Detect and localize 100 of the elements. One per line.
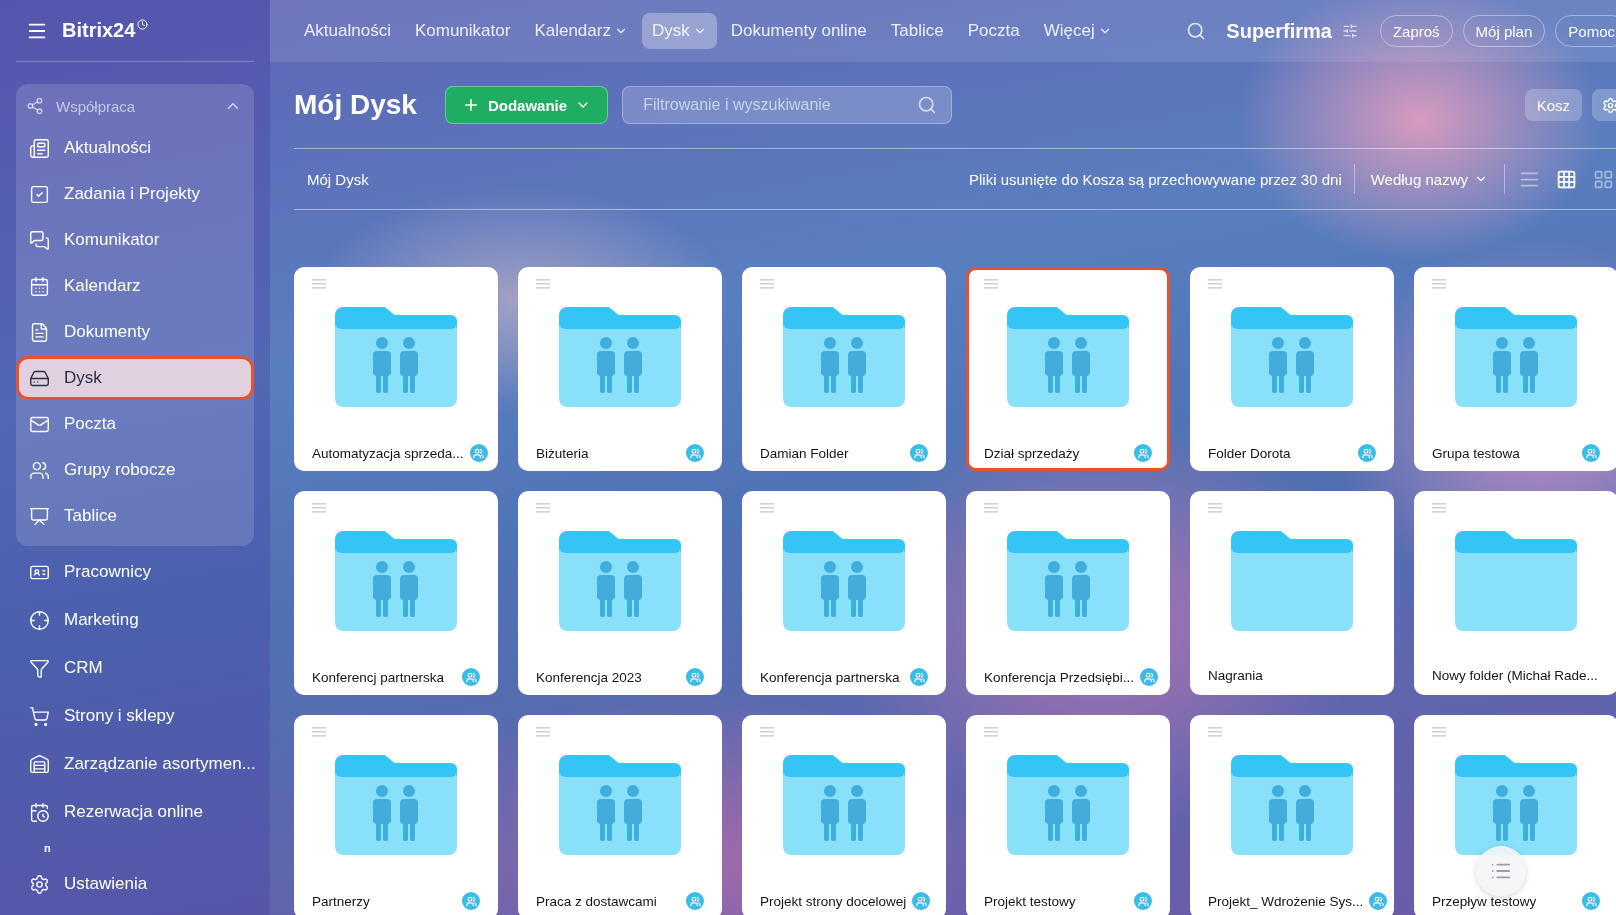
- chat-bubbles-icon: [29, 229, 50, 251]
- target-icon: [29, 609, 50, 631]
- drag-handle-icon[interactable]: [312, 279, 326, 289]
- search-icon[interactable]: [1186, 21, 1207, 41]
- sidebar-item[interactable]: Dokumenty: [16, 310, 254, 354]
- folder-name: Praca z dostawcami: [536, 893, 658, 909]
- folder-card[interactable]: Konferencja partnerska: [742, 491, 946, 695]
- folder-name: Nagrania: [1208, 668, 1264, 683]
- sidebar-item[interactable]: CRM: [16, 646, 254, 690]
- search-icon[interactable]: [917, 95, 938, 115]
- cart-icon: [29, 705, 50, 727]
- folder-card[interactable]: Projekt_ Wdrożenie Sys...: [1190, 715, 1394, 915]
- folder-name: Automatyzacja sprzeda...: [312, 445, 464, 461]
- drag-handle-icon[interactable]: [1208, 279, 1222, 289]
- folder-card[interactable]: Partnerzy: [294, 715, 498, 915]
- drag-handle-icon[interactable]: [760, 727, 774, 737]
- sidebar-item[interactable]: Kalendarz: [16, 264, 254, 308]
- drag-handle-icon[interactable]: [1208, 727, 1222, 737]
- drag-handle-icon[interactable]: [1432, 503, 1446, 513]
- shared-folder-icon: [1455, 755, 1577, 855]
- settings-icon: [29, 873, 50, 895]
- shared-folder-icon: [1231, 755, 1353, 855]
- funnel-icon: [29, 657, 50, 679]
- sort-dropdown[interactable]: Według nazwy: [1366, 170, 1492, 188]
- nav-tab[interactable]: Więcej: [1033, 13, 1122, 49]
- folder-name: Projekt strony docelowej: [760, 893, 907, 909]
- folder-card[interactable]: Automatyzacja sprzeda...: [294, 267, 498, 471]
- nav-tab[interactable]: Dokumenty online: [720, 13, 877, 49]
- document-icon: [29, 321, 50, 343]
- sidebar-item[interactable]: Tablice: [16, 494, 254, 538]
- folder-name: Projekt_ Wdrożenie Sys...: [1208, 893, 1364, 909]
- folder-card[interactable]: Konferencja 2023: [518, 491, 722, 695]
- shared-folder-icon: [1455, 307, 1577, 407]
- folder-card[interactable]: Dział sprzedaży: [966, 267, 1170, 471]
- drag-handle-icon[interactable]: [536, 727, 550, 737]
- logo[interactable]: Bitrix24: [62, 19, 136, 42]
- drag-handle-icon[interactable]: [760, 279, 774, 289]
- drag-handle-icon[interactable]: [760, 503, 774, 513]
- sliders-icon[interactable]: [1341, 23, 1358, 39]
- search-input[interactable]: Filtrowanie i wyszukiwanie: [641, 95, 918, 115]
- checkbox-icon: [29, 183, 50, 205]
- folder-card[interactable]: Praca z dostawcami: [518, 715, 722, 915]
- folder-card[interactable]: Grupa testowa: [1414, 267, 1616, 471]
- sidebar-item[interactable]: Zadania i Projekty: [16, 172, 254, 216]
- folder-card[interactable]: Folder Dorota: [1190, 267, 1394, 471]
- drag-handle-icon[interactable]: [536, 503, 550, 513]
- folder-card[interactable]: Konferencj partnerska: [294, 491, 498, 695]
- drag-handle-icon[interactable]: [1432, 727, 1446, 737]
- folder-name: Nowy folder (Michał Rade...: [1432, 668, 1599, 683]
- folder-name: Konferencj partnerska: [312, 669, 446, 685]
- folder-card[interactable]: Biżuteria: [518, 267, 722, 471]
- sidebar-item[interactable]: Poczta: [16, 402, 254, 446]
- folder-card[interactable]: Projekt strony docelowej: [742, 715, 946, 915]
- nav-tab[interactable]: Poczta: [957, 13, 1030, 49]
- folder-name: Grupa testowa: [1432, 445, 1521, 461]
- presentation-board-icon: [29, 505, 50, 527]
- nav-tab[interactable]: Tablice: [880, 13, 954, 49]
- shared-folder-icon: [559, 531, 681, 631]
- drag-handle-icon[interactable]: [312, 503, 326, 513]
- drag-handle-icon[interactable]: [984, 279, 998, 289]
- calendar-clock-icon: [29, 801, 50, 823]
- company-name[interactable]: Superfirma: [1226, 19, 1332, 43]
- folder-name: Dział sprzedaży: [984, 445, 1081, 461]
- sidebar-note: n: [43, 841, 52, 856]
- sidebar-item[interactable]: Zarządzanie asortymen...: [16, 742, 254, 786]
- nav-tab[interactable]: Aktualności: [294, 13, 401, 49]
- breadcrumb[interactable]: Mój Dysk: [307, 170, 369, 188]
- drag-handle-icon[interactable]: [536, 279, 550, 289]
- shared-folder-icon: [783, 307, 905, 407]
- folder-name: Biżuteria: [536, 445, 590, 461]
- settings-item[interactable]: Ustawienia: [16, 862, 254, 906]
- folder-card[interactable]: Konferencja Przedsiębi...: [966, 491, 1170, 695]
- sidebar-item[interactable]: Komunikator: [16, 218, 254, 262]
- sidebar-item[interactable]: Rezerwacja online: [16, 790, 254, 834]
- sidebar-item[interactable]: Aktualności: [16, 126, 254, 170]
- drag-handle-icon[interactable]: [984, 727, 998, 737]
- sidebar-item[interactable]: Dysk: [16, 356, 254, 400]
- folder-card[interactable]: Damian Folder: [742, 267, 946, 471]
- people-icon: [29, 459, 50, 481]
- drag-handle-icon[interactable]: [1208, 503, 1222, 513]
- folder-card[interactable]: Nagrania: [1190, 491, 1394, 695]
- nav-tab[interactable]: Komunikator: [404, 13, 521, 49]
- shared-folder-icon: [559, 307, 681, 407]
- drag-handle-icon[interactable]: [984, 503, 998, 513]
- folder-card[interactable]: Projekt testowy: [966, 715, 1170, 915]
- search-bar[interactable]: Filtrowanie i wyszukiwanie: [622, 86, 953, 124]
- folder-card[interactable]: Nowy folder (Michał Rade...: [1414, 491, 1616, 695]
- sidebar-item[interactable]: Grupy robocze: [16, 448, 254, 492]
- nav-tab[interactable]: Kalendarz: [524, 13, 638, 49]
- shared-folder-icon: [1007, 307, 1129, 407]
- sidebar-item[interactable]: Strony i sklepy: [16, 694, 254, 738]
- newspaper-icon: [29, 137, 50, 159]
- folder-card[interactable]: Przepływ testowy: [1414, 715, 1616, 915]
- drag-handle-icon[interactable]: [312, 727, 326, 737]
- sidebar-item[interactable]: Marketing: [16, 598, 254, 642]
- warehouse-icon: [29, 753, 50, 775]
- sidebar-item[interactable]: Pracownicy: [16, 550, 254, 594]
- calendar-icon: [29, 275, 50, 297]
- drag-handle-icon[interactable]: [1432, 279, 1446, 289]
- shared-folder-icon: [1007, 531, 1129, 631]
